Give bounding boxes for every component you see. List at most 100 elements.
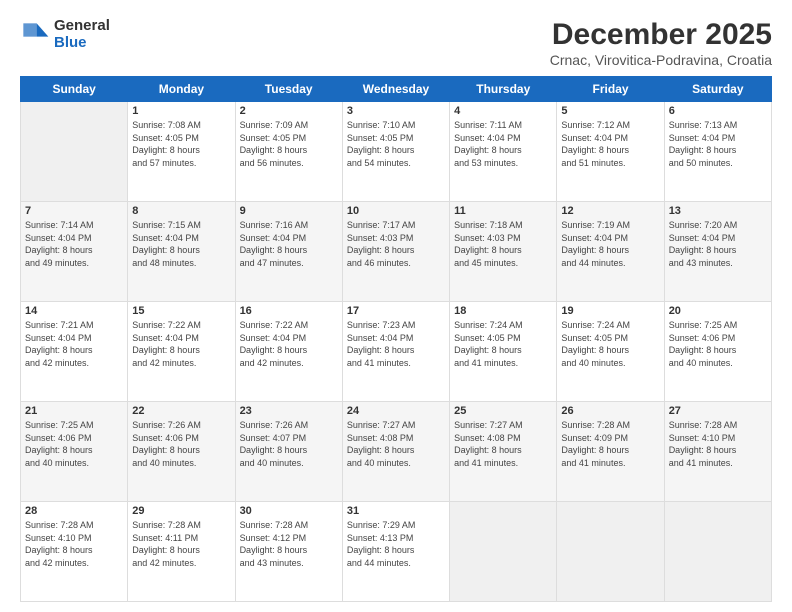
day-number: 4 <box>454 105 552 117</box>
day-info: Sunrise: 7:23 AMSunset: 4:04 PMDaylight:… <box>347 319 445 369</box>
day-number: 25 <box>454 405 552 417</box>
day-info: Sunrise: 7:16 AMSunset: 4:04 PMDaylight:… <box>240 219 338 269</box>
day-number: 18 <box>454 305 552 317</box>
day-info: Sunrise: 7:21 AMSunset: 4:04 PMDaylight:… <box>25 319 123 369</box>
calendar-cell: 18 Sunrise: 7:24 AMSunset: 4:05 PMDayligh… <box>450 302 557 402</box>
calendar-cell: 9 Sunrise: 7:16 AMSunset: 4:04 PMDaylight… <box>235 202 342 302</box>
calendar-week-row: 7 Sunrise: 7:14 AMSunset: 4:04 PMDaylight… <box>21 202 772 302</box>
calendar-cell: 4 Sunrise: 7:11 AMSunset: 4:04 PMDaylight… <box>450 102 557 202</box>
day-info: Sunrise: 7:10 AMSunset: 4:05 PMDaylight:… <box>347 119 445 169</box>
day-number: 26 <box>561 405 659 417</box>
day-number: 6 <box>669 105 767 117</box>
day-info: Sunrise: 7:24 AMSunset: 4:05 PMDaylight:… <box>561 319 659 369</box>
day-info: Sunrise: 7:24 AMSunset: 4:05 PMDaylight:… <box>454 319 552 369</box>
calendar-cell <box>664 502 771 602</box>
day-number: 20 <box>669 305 767 317</box>
calendar-week-row: 1Sunrise: 7:08 AMSunset: 4:05 PMDaylight… <box>21 102 772 202</box>
day-number: 13 <box>669 205 767 217</box>
day-number: 16 <box>240 305 338 317</box>
calendar-cell: 2Sunrise: 7:09 AMSunset: 4:05 PMDaylight… <box>235 102 342 202</box>
calendar-cell: 28 Sunrise: 7:28 AMSunset: 4:10 PMDayligh… <box>21 502 128 602</box>
calendar-week-row: 28 Sunrise: 7:28 AMSunset: 4:10 PMDayligh… <box>21 502 772 602</box>
calendar-cell: 10 Sunrise: 7:17 AMSunset: 4:03 PMDayligh… <box>342 202 449 302</box>
day-info: Sunrise: 7:20 AMSunset: 4:04 PMDaylight:… <box>669 219 767 269</box>
day-number: 24 <box>347 405 445 417</box>
day-info: Sunrise: 7:11 AMSunset: 4:04 PMDaylight:… <box>454 119 552 169</box>
calendar-cell: 25 Sunrise: 7:27 AMSunset: 4:08 PMDayligh… <box>450 402 557 502</box>
page: General Blue December 2025 Crnac, Virovi… <box>0 0 792 612</box>
day-number: 10 <box>347 205 445 217</box>
day-number: 21 <box>25 405 123 417</box>
calendar-cell: 3 Sunrise: 7:10 AMSunset: 4:05 PMDaylight… <box>342 102 449 202</box>
day-number: 30 <box>240 505 338 517</box>
day-number: 12 <box>561 205 659 217</box>
day-number: 8 <box>132 205 230 217</box>
day-number: 22 <box>132 405 230 417</box>
calendar-week-row: 14 Sunrise: 7:21 AMSunset: 4:04 PMDayligh… <box>21 302 772 402</box>
calendar-cell: 7 Sunrise: 7:14 AMSunset: 4:04 PMDaylight… <box>21 202 128 302</box>
calendar-cell: 14 Sunrise: 7:21 AMSunset: 4:04 PMDayligh… <box>21 302 128 402</box>
day-number: 11 <box>454 205 552 217</box>
calendar-cell <box>450 502 557 602</box>
day-number: 14 <box>25 305 123 317</box>
calendar-cell: 12 Sunrise: 7:19 AMSunset: 4:04 PMDayligh… <box>557 202 664 302</box>
day-info: Sunrise: 7:25 AMSunset: 4:06 PMDaylight:… <box>25 419 123 469</box>
calendar-body: 1Sunrise: 7:08 AMSunset: 4:05 PMDaylight… <box>21 102 772 602</box>
header: General Blue December 2025 Crnac, Virovi… <box>20 18 772 68</box>
day-number: 19 <box>561 305 659 317</box>
day-info: Sunrise: 7:12 AMSunset: 4:04 PMDaylight:… <box>561 119 659 169</box>
day-number: 7 <box>25 205 123 217</box>
calendar-cell: 19 Sunrise: 7:24 AMSunset: 4:05 PMDayligh… <box>557 302 664 402</box>
day-info: Sunrise: 7:28 AMSunset: 4:09 PMDaylight:… <box>561 419 659 469</box>
day-info: Sunrise: 7:17 AMSunset: 4:03 PMDaylight:… <box>347 219 445 269</box>
day-info: Sunrise: 7:22 AMSunset: 4:04 PMDaylight:… <box>132 319 230 369</box>
day-info: Sunrise: 7:22 AMSunset: 4:04 PMDaylight:… <box>240 319 338 369</box>
day-number: 2 <box>240 105 338 117</box>
calendar-cell: 20 Sunrise: 7:25 AMSunset: 4:06 PMDayligh… <box>664 302 771 402</box>
day-info: Sunrise: 7:13 AMSunset: 4:04 PMDaylight:… <box>669 119 767 169</box>
day-info: Sunrise: 7:26 AMSunset: 4:06 PMDaylight:… <box>132 419 230 469</box>
calendar-cell <box>21 102 128 202</box>
calendar-cell: 23Sunrise: 7:26 AMSunset: 4:07 PMDayligh… <box>235 402 342 502</box>
day-info: Sunrise: 7:08 AMSunset: 4:05 PMDaylight:… <box>132 119 230 169</box>
day-number: 9 <box>240 205 338 217</box>
weekday-header: Friday <box>557 77 664 102</box>
day-info: Sunrise: 7:15 AMSunset: 4:04 PMDaylight:… <box>132 219 230 269</box>
calendar-cell: 29Sunrise: 7:28 AMSunset: 4:11 PMDayligh… <box>128 502 235 602</box>
day-info: Sunrise: 7:28 AMSunset: 4:10 PMDaylight:… <box>669 419 767 469</box>
day-info: Sunrise: 7:26 AMSunset: 4:07 PMDaylight:… <box>240 419 338 469</box>
day-info: Sunrise: 7:18 AMSunset: 4:03 PMDaylight:… <box>454 219 552 269</box>
calendar-cell <box>557 502 664 602</box>
day-number: 17 <box>347 305 445 317</box>
calendar-cell: 24 Sunrise: 7:27 AMSunset: 4:08 PMDayligh… <box>342 402 449 502</box>
calendar-cell: 11 Sunrise: 7:18 AMSunset: 4:03 PMDayligh… <box>450 202 557 302</box>
calendar-cell: 15 Sunrise: 7:22 AMSunset: 4:04 PMDayligh… <box>128 302 235 402</box>
weekday-header: Thursday <box>450 77 557 102</box>
logo-icon <box>20 20 50 50</box>
day-info: Sunrise: 7:14 AMSunset: 4:04 PMDaylight:… <box>25 219 123 269</box>
day-number: 28 <box>25 505 123 517</box>
day-number: 15 <box>132 305 230 317</box>
day-info: Sunrise: 7:25 AMSunset: 4:06 PMDaylight:… <box>669 319 767 369</box>
calendar-cell: 17 Sunrise: 7:23 AMSunset: 4:04 PMDayligh… <box>342 302 449 402</box>
day-info: Sunrise: 7:28 AMSunset: 4:11 PMDaylight:… <box>132 519 230 569</box>
day-info: Sunrise: 7:19 AMSunset: 4:04 PMDaylight:… <box>561 219 659 269</box>
calendar-cell: 8 Sunrise: 7:15 AMSunset: 4:04 PMDaylight… <box>128 202 235 302</box>
logo-general-text: General <box>54 17 110 34</box>
weekday-header-row: SundayMondayTuesdayWednesdayThursdayFrid… <box>21 77 772 102</box>
calendar-cell: 13 Sunrise: 7:20 AMSunset: 4:04 PMDayligh… <box>664 202 771 302</box>
day-info: Sunrise: 7:28 AMSunset: 4:10 PMDaylight:… <box>25 519 123 569</box>
day-info: Sunrise: 7:28 AMSunset: 4:12 PMDaylight:… <box>240 519 338 569</box>
day-number: 3 <box>347 105 445 117</box>
day-info: Sunrise: 7:27 AMSunset: 4:08 PMDaylight:… <box>347 419 445 469</box>
day-info: Sunrise: 7:27 AMSunset: 4:08 PMDaylight:… <box>454 419 552 469</box>
calendar-cell: 30 Sunrise: 7:28 AMSunset: 4:12 PMDayligh… <box>235 502 342 602</box>
day-number: 31 <box>347 505 445 517</box>
day-number: 27 <box>669 405 767 417</box>
weekday-header: Sunday <box>21 77 128 102</box>
page-title: December 2025 <box>550 18 772 52</box>
day-number: 5 <box>561 105 659 117</box>
calendar-table: SundayMondayTuesdayWednesdayThursdayFrid… <box>20 76 772 602</box>
logo: General Blue <box>20 18 110 51</box>
calendar-cell: 5 Sunrise: 7:12 AMSunset: 4:04 PMDaylight… <box>557 102 664 202</box>
